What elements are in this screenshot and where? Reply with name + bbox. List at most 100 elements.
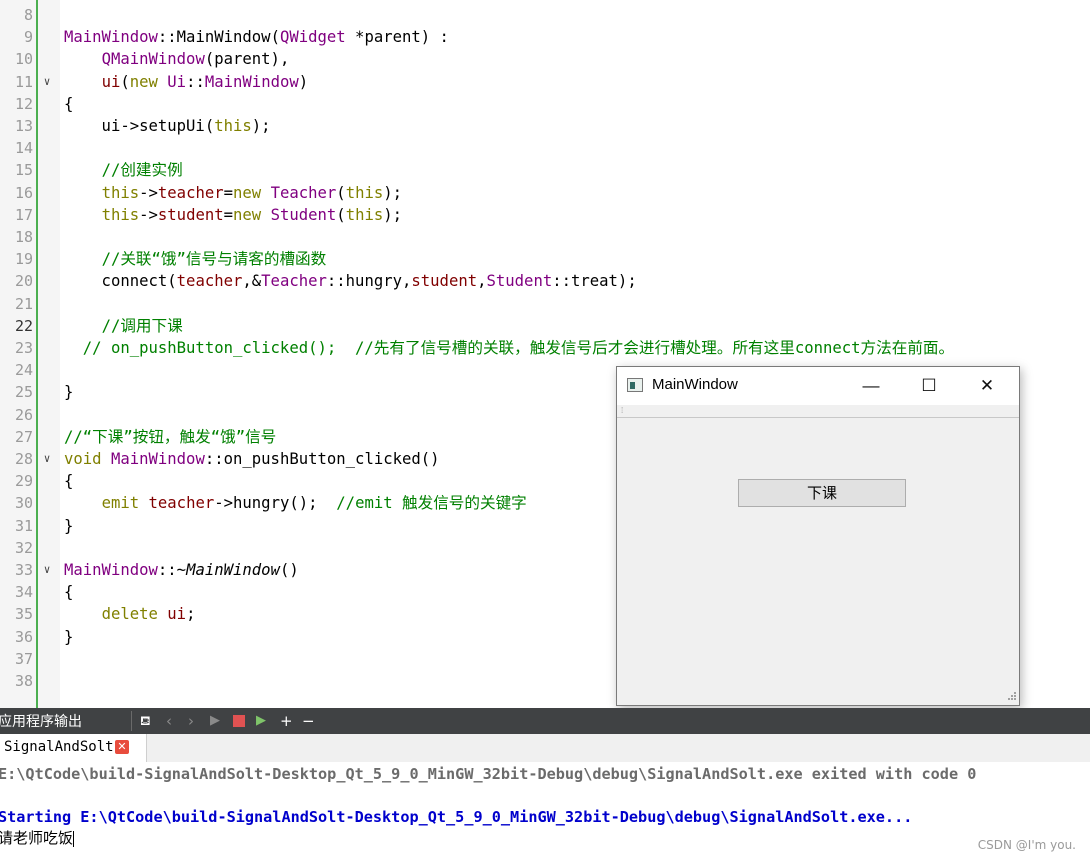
code-token: = [223, 206, 234, 224]
code-token: teacher [148, 494, 215, 512]
text-caret [73, 830, 75, 847]
close-icon[interactable]: ✕ [115, 740, 129, 754]
code-token: :: [186, 73, 205, 91]
class-dismissed-button[interactable]: 下课 [738, 479, 906, 507]
remove-icon[interactable]: − [302, 710, 315, 732]
code-token: ::treat); [552, 272, 637, 290]
code-line[interactable]: { [64, 581, 73, 603]
fold-chevron-icon[interactable]: ∨ [40, 559, 54, 581]
code-token: this [214, 117, 252, 135]
rerun-icon[interactable]: ▶ [256, 710, 266, 732]
stop-icon[interactable] [233, 715, 245, 727]
code-line[interactable]: } [64, 381, 73, 403]
line-number: 30 [14, 494, 33, 512]
line-number: 36 [14, 628, 33, 646]
code-token: QMainWindow [101, 50, 205, 68]
code-token: ui [101, 73, 121, 91]
line-number: 20 [14, 272, 33, 290]
minimize-icon[interactable]: — [842, 367, 900, 405]
code-token: MainWindow [176, 28, 271, 46]
run-icon[interactable]: ▶ [210, 710, 220, 732]
code-line[interactable]: delete ui; [64, 603, 196, 625]
line-number: 33 [14, 561, 33, 579]
code-token: MainWindow [204, 73, 299, 91]
code-token: { [64, 472, 74, 490]
resize-grip-icon[interactable] [1005, 691, 1017, 703]
line-number: 11 [14, 73, 33, 91]
code-token: *parent) : [345, 28, 449, 46]
line-number: 23 [14, 339, 33, 357]
code-token: } [64, 383, 74, 401]
code-token: ( [336, 184, 346, 202]
prev-icon[interactable]: ‹ [166, 710, 172, 732]
code-token: ::on_pushButton_clicked() [204, 450, 440, 468]
code-line[interactable]: QMainWindow(parent), [64, 48, 290, 70]
code-token: new [233, 184, 262, 202]
code-line[interactable]: void MainWindow::on_pushButton_clicked() [64, 448, 440, 470]
line-number: 15 [14, 161, 33, 179]
code-line[interactable]: //“下课”按钮，触发“饿”信号 [64, 426, 276, 448]
code-line[interactable]: connect(teacher,&Teacher::hungry,student… [64, 270, 637, 292]
code-token: (parent), [204, 50, 290, 68]
code-token: Student [270, 206, 337, 224]
code-line[interactable]: { [64, 470, 73, 492]
code-line[interactable]: } [64, 626, 73, 648]
code-token: ,& [242, 272, 262, 290]
code-token: student [157, 206, 224, 224]
code-line[interactable]: MainWindow::~MainWindow() [64, 559, 299, 581]
code-token: , [477, 272, 487, 290]
code-line[interactable]: { [64, 93, 73, 115]
panel-title: 应用程序输出 [0, 714, 82, 730]
code-line[interactable]: ui(new Ui::MainWindow) [64, 71, 309, 93]
pin-icon[interactable]: ⛾ [140, 711, 151, 733]
fold-chevron-icon[interactable]: ∨ [40, 71, 54, 93]
code-token: Teacher [270, 184, 337, 202]
code-token: ; [186, 605, 196, 623]
code-line[interactable]: //关联“饿”信号与请客的槽函数 [64, 248, 327, 270]
mainwindow-app-window[interactable]: MainWindow — ☐ ✕ ⁞ 下课 [616, 366, 1020, 706]
code-token: MainWindow [64, 28, 158, 46]
code-token: ui->setupUi( [64, 117, 215, 135]
add-icon[interactable]: + [280, 710, 293, 732]
fold-chevron-icon[interactable]: ∨ [40, 448, 54, 470]
code-token: //“下课”按钮，触发“饿”信号 [64, 428, 277, 446]
code-token: Ui [167, 73, 187, 91]
tab-label: SignalAndSolt [4, 739, 114, 755]
tab-signalandsolt[interactable]: SignalAndSolt ✕ [0, 734, 147, 762]
maximize-icon[interactable]: ☐ [900, 367, 958, 405]
output-tabs: SignalAndSolt ✕ [0, 734, 1090, 763]
code-token: //关联“饿”信号与请客的槽函数 [101, 250, 327, 268]
code-token: ); [383, 184, 403, 202]
code-token: QWidget [279, 28, 346, 46]
output-panel-header: 应用程序输出 ⛾ ‹ › ▶ ▶ + − [0, 708, 1090, 734]
code-line[interactable]: // on_pushButton_clicked(); //先有了信号槽的关联，… [64, 337, 954, 359]
code-line[interactable]: ui->setupUi(this); [64, 115, 271, 137]
next-icon[interactable]: › [188, 710, 194, 732]
code-token: :: [157, 28, 177, 46]
code-token: ( [270, 28, 280, 46]
code-line[interactable]: //调用下课 [64, 315, 183, 337]
code-line[interactable]: this->teacher=new Teacher(this); [64, 182, 402, 204]
code-token: ui [167, 605, 187, 623]
close-icon[interactable]: ✕ [958, 367, 1016, 405]
program-output-text: 请老师吃饭 [0, 829, 74, 847]
line-number: 35 [14, 605, 33, 623]
code-line[interactable]: //创建实例 [64, 159, 183, 181]
line-number: 21 [14, 295, 33, 313]
code-line[interactable]: } [64, 515, 73, 537]
window-titlebar[interactable]: MainWindow — ☐ ✕ [617, 367, 1019, 405]
code-token: -> [139, 206, 158, 224]
code-line[interactable]: this->student=new Student(this); [64, 204, 402, 226]
code-token: ) [298, 73, 309, 91]
code-line[interactable]: emit teacher->hungry(); //emit 触发信号的关键字 [64, 492, 527, 514]
code-line[interactable]: MainWindow::MainWindow(QWidget *parent) … [64, 26, 449, 48]
code-token: } [64, 517, 74, 535]
output-console[interactable]: E:\QtCode\build-SignalAndSolt-Desktop_Qt… [0, 762, 1090, 860]
toolbar-handle-icon[interactable]: ⁞ [621, 405, 623, 417]
